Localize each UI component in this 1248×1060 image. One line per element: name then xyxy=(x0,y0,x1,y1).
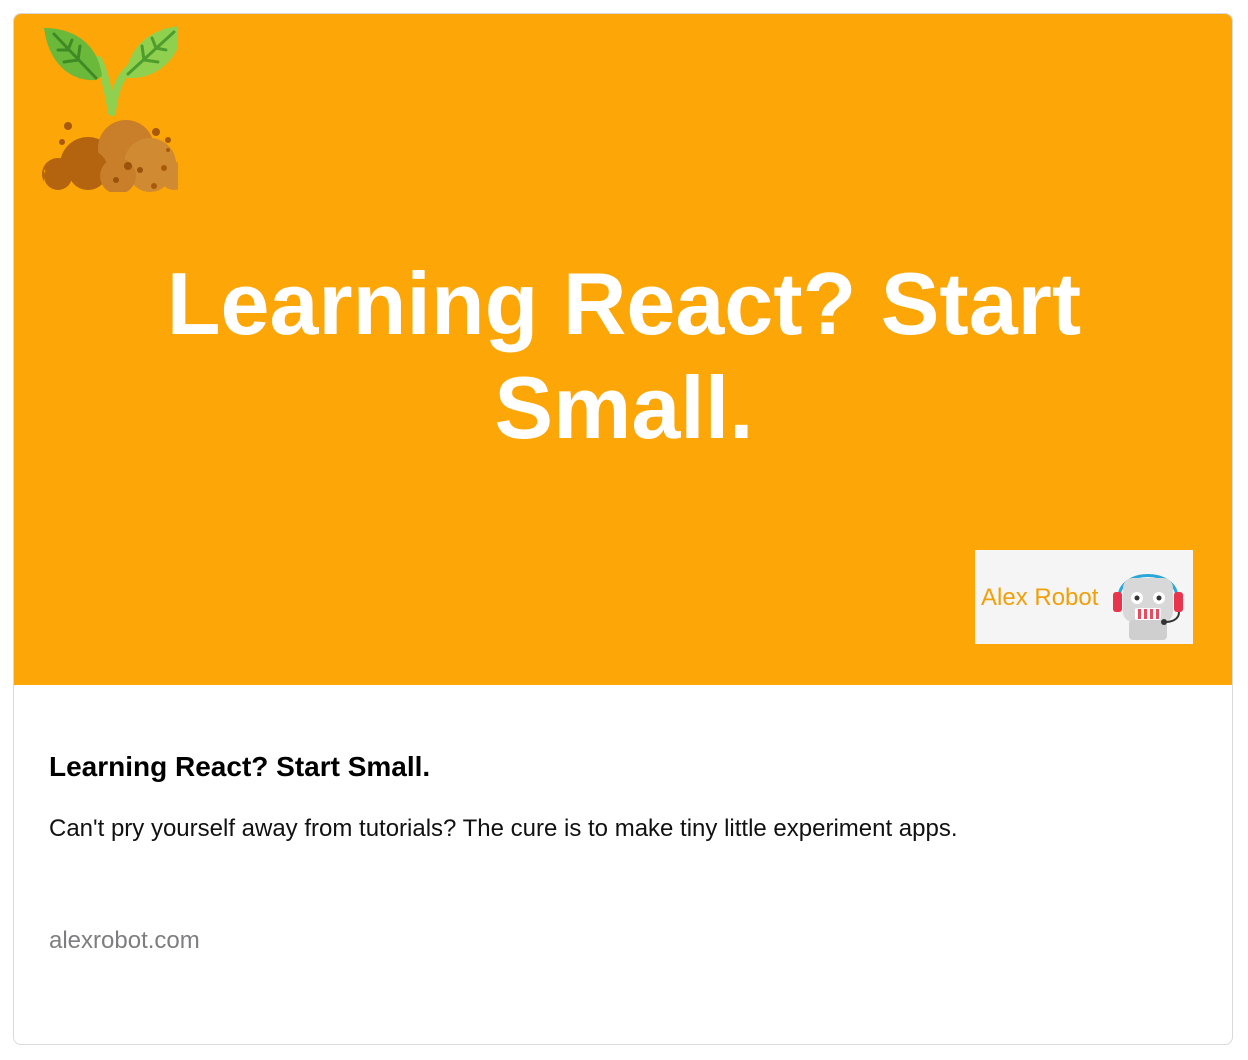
author-badge: Alex Robot xyxy=(975,550,1193,644)
robot-with-headset-icon xyxy=(1113,574,1183,640)
link-description: Can't pry yourself away from tutorials? … xyxy=(49,815,958,842)
hero-headline: Learning React? Start Small. xyxy=(166,254,1082,457)
hero-image: Learning React? Start Small. Alex Robot xyxy=(14,14,1232,685)
link-title[interactable]: Learning React? Start Small. xyxy=(49,750,430,784)
link-domain: alexrobot.com xyxy=(49,927,200,954)
link-preview-card[interactable]: Learning React? Start Small. Alex Robot xyxy=(13,13,1233,1045)
author-badge-label: Alex Robot xyxy=(981,584,1099,611)
sprout-in-soil-icon xyxy=(42,26,178,192)
